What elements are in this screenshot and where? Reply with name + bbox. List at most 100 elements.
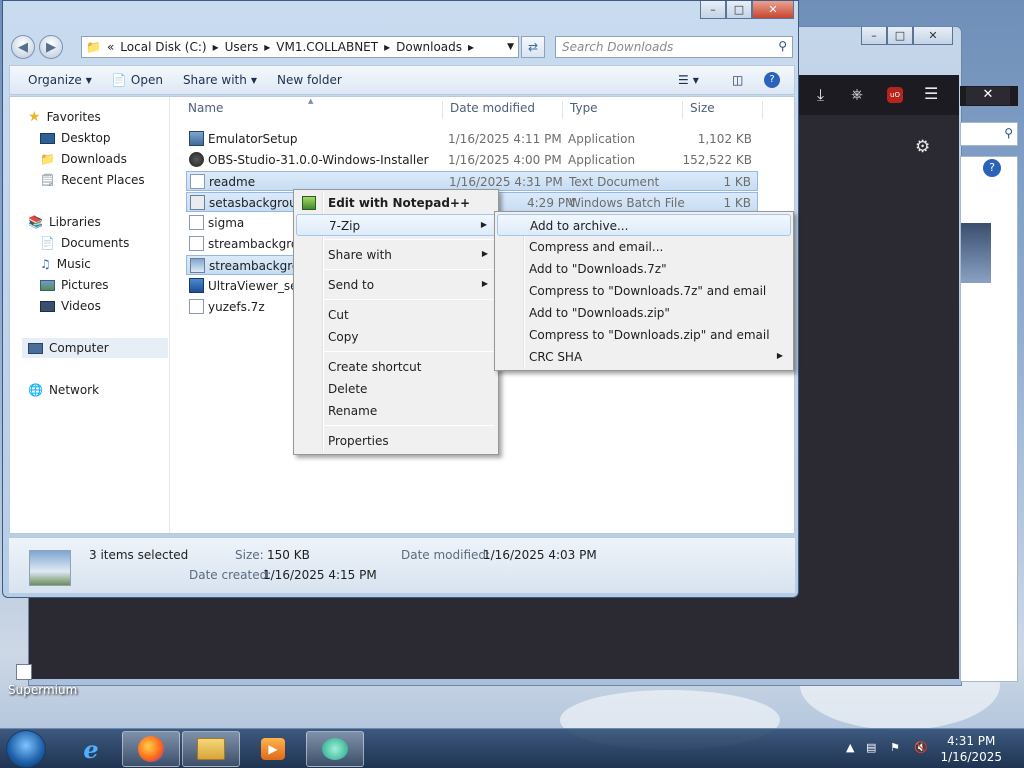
sidebar-item-computer[interactable]: Computer [22,338,168,358]
menu-item-crc-sha[interactable]: CRC SHA ▶ [497,346,791,368]
close-button[interactable]: ✕ [752,1,794,19]
menu-item-add-to-zip[interactable]: Add to "Downloads.zip" [497,302,791,324]
menu-item-compress-and-email[interactable]: Compress and email... [497,236,791,258]
breadcrumb-chevron-icon[interactable]: ▸ [264,40,270,54]
notepad-plus-plus-icon [302,196,316,210]
search-input[interactable]: Search Downloads ⚲ [555,36,793,58]
menu-item-add-to-7z[interactable]: Add to "Downloads.7z" [497,258,791,280]
file-row[interactable]: EmulatorSetup 1/16/2025 4:11 PM Applicat… [186,129,758,149]
breadcrumb-item[interactable]: VM1.COLLABNET [276,40,378,54]
breadcrumb-chevron-icon[interactable]: ▸ [384,40,390,54]
menu-item-delete[interactable]: Delete [296,378,496,400]
menu-item-copy[interactable]: Copy [296,326,496,348]
taskbar-media-icon[interactable]: ▶ [244,731,302,767]
column-header-name[interactable]: Name [188,101,223,121]
menu-item-edit-notepad[interactable]: Edit with Notepad++ [296,192,496,214]
sidebar-item-downloads[interactable]: 📁 Downloads [40,149,127,169]
file-row[interactable]: OBS-Studio-31.0.0-Windows-Installer 1/16… [186,150,758,170]
tray-network-icon[interactable]: ▤ [866,741,876,754]
file-row[interactable]: streambackgrou [186,255,307,275]
side-window-close-icon[interactable]: ✕ [966,87,1010,105]
sidebar-item-network[interactable]: 🌐 Network [28,380,99,400]
extensions-icon[interactable]: ⎈ [851,85,863,103]
menu-item-send-to[interactable]: Send to ▶ [296,274,496,296]
desktop-shortcut-icon[interactable] [16,664,32,680]
maximize-button[interactable]: □ [887,27,913,45]
open-label: Open [130,73,163,87]
context-menu: Edit with Notepad++ 7-Zip ▶ Share with ▶… [293,189,499,455]
menu-item-properties[interactable]: Properties [296,430,496,452]
tray-flag-icon[interactable]: ⚑ [890,741,900,754]
desktop-icon-label[interactable]: Supermium [8,683,77,697]
taskbar-clock[interactable]: 4:31 PM 1/16/2025 [940,733,1002,765]
sidebar-item-documents[interactable]: 📄 Documents [40,233,129,253]
column-header-date-modified[interactable]: Date modified [450,101,535,121]
menu-item-rename[interactable]: Rename [296,400,496,422]
view-options-button[interactable]: ☰ ▼ [668,73,709,87]
share-with-button[interactable]: Share with ▼ [173,73,267,87]
organize-button[interactable]: Organize ▼ [18,73,102,87]
breadcrumb-item[interactable]: Users [225,40,259,54]
maximize-button[interactable]: □ [726,1,752,19]
download-icon[interactable]: ⤓ [817,85,824,105]
taskbar-firefox-icon[interactable] [122,731,180,767]
sidebar-item-desktop[interactable]: Desktop [40,128,111,148]
sidebar-item-favorites[interactable]: ★ Favorites [28,107,101,127]
start-button-windows-icon[interactable] [6,730,46,768]
breadcrumb-chevron-icon[interactable]: ▸ [213,40,219,54]
minimize-button[interactable]: – [861,27,887,45]
taskbar-explorer-icon[interactable] [182,731,240,767]
tray-volume-muted-icon[interactable]: 🔇 [914,741,928,754]
open-button[interactable]: 📄 Open [102,73,173,87]
menu-icon[interactable]: ☰ [924,84,938,103]
help-icon[interactable]: ? [764,72,780,88]
menu-item-cut[interactable]: Cut [296,304,496,326]
preview-pane-icon[interactable]: ◫ [722,73,753,87]
taskbar-chat-icon[interactable] [306,731,364,767]
side-search-field[interactable]: ⚲ [960,122,1018,146]
sidebar-item-pictures[interactable]: Pictures [40,275,109,295]
sidebar-item-recent-places[interactable]: 🗒 Recent Places [40,170,145,190]
menu-item-compress-zip-email[interactable]: Compress to "Downloads.zip" and email [497,324,791,346]
ublock-icon[interactable]: uO [887,87,903,103]
taskbar-ie-icon[interactable]: e [62,731,120,767]
sidebar-item-music[interactable]: ♫ Music [40,254,91,274]
address-dropdown-icon[interactable]: ▼ [507,42,514,52]
menu-item-share-with[interactable]: Share with ▶ [296,244,496,266]
menu-item-label: Cut [328,308,349,322]
close-button[interactable]: ✕ [913,27,953,45]
column-header-type[interactable]: Type [570,101,598,121]
sidebar-label: Desktop [61,131,111,145]
column-separator[interactable] [682,101,683,119]
breadcrumb-item[interactable]: Downloads [396,40,462,54]
menu-item-create-shortcut[interactable]: Create shortcut [296,356,496,378]
help-icon[interactable]: ? [983,159,1001,177]
sidebar-label: Favorites [46,110,101,124]
back-arrow-icon[interactable]: ◀ [11,35,35,59]
7zip-submenu: Add to archive... Compress and email... … [494,211,794,371]
forward-arrow-icon[interactable]: ▶ [39,35,63,59]
breadcrumb-overflow-icon[interactable]: « [107,40,114,54]
address-bar[interactable]: 📁 « Local Disk (C:) ▸ Users ▸ VM1.COLLAB… [81,36,519,58]
menu-item-7zip[interactable]: 7-Zip ▶ [296,214,496,236]
sidebar-item-libraries[interactable]: 📚 Libraries [28,212,101,232]
sidebar-item-videos[interactable]: Videos [40,296,101,316]
settings-gear-icon[interactable]: ⚙ [915,137,930,157]
new-folder-button[interactable]: New folder [267,73,352,87]
search-icon[interactable]: ⚲ [778,39,787,53]
menu-item-compress-7z-email[interactable]: Compress to "Downloads.7z" and email [497,280,791,302]
column-separator[interactable] [442,101,443,119]
file-row[interactable]: readme 1/16/2025 4:31 PM Text Document 1… [186,171,758,191]
column-separator[interactable] [562,101,563,119]
menu-separator [324,351,494,352]
minimize-button[interactable]: – [700,1,726,19]
refresh-icon[interactable]: ⇄ [521,36,545,58]
breadcrumb-chevron-icon[interactable]: ▸ [468,40,474,54]
column-header-size[interactable]: Size [690,101,715,121]
menu-item-add-to-archive[interactable]: Add to archive... [497,214,791,236]
tray-show-hidden-icon[interactable]: ▲ [846,741,854,754]
breadcrumb-item[interactable]: Local Disk (C:) [120,40,206,54]
column-separator[interactable] [762,101,763,119]
file-date: 1/16/2025 4:00 PM [448,153,562,167]
submenu-arrow-icon: ▶ [480,220,487,229]
